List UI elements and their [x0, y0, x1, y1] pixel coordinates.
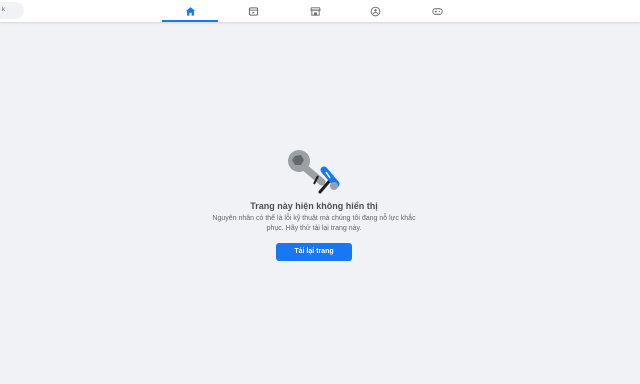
- search-input-text: k: [2, 7, 5, 13]
- error-panel: Trang này hiện không hiển thị Nguyên nhâ…: [170, 148, 458, 261]
- search-input[interactable]: k: [0, 2, 24, 19]
- nav-tab-marketplace[interactable]: [287, 0, 343, 22]
- video-icon: [248, 6, 258, 16]
- top-navigation-bar: k: [0, 0, 640, 22]
- nav-tab-home[interactable]: [162, 0, 218, 22]
- reload-page-button[interactable]: Tải lại trang: [276, 243, 352, 261]
- nav-tab-gaming[interactable]: [409, 0, 465, 22]
- gaming-icon: [431, 7, 443, 15]
- nav-tab-groups[interactable]: [347, 0, 403, 22]
- home-icon: [185, 6, 195, 16]
- error-description: Nguyên nhân có thể là lỗi kỹ thuật mà ch…: [212, 215, 416, 232]
- nav-tab-video[interactable]: [225, 0, 281, 22]
- broken-tools-icon: [288, 150, 340, 194]
- groups-icon: [370, 6, 380, 16]
- marketplace-icon: [309, 6, 321, 16]
- error-title: Trang này hiện không hiển thị: [250, 201, 378, 211]
